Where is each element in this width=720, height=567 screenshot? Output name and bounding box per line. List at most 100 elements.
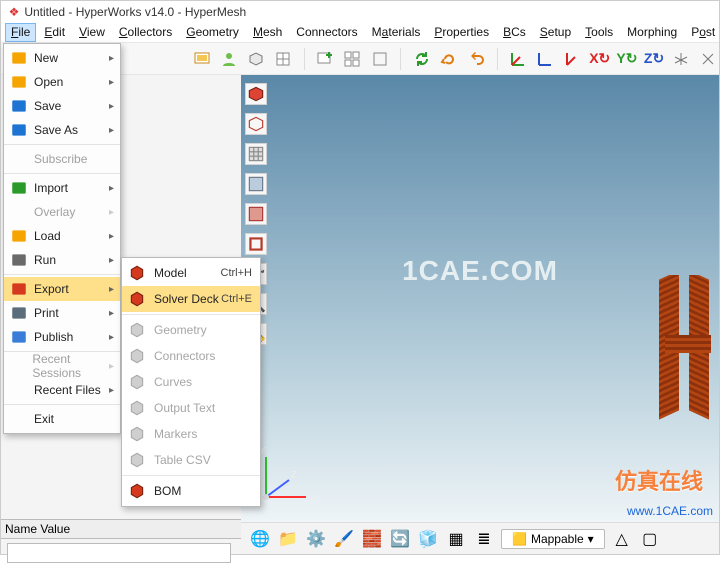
vp-mesh-icon[interactable] [245,143,267,165]
file-menu-new[interactable]: New▸ [4,46,120,70]
menu-tools[interactable]: Tools [579,23,619,42]
submenu-item-label: Geometry [154,323,207,337]
bt-rotate-icon[interactable]: 🔄 [389,528,411,550]
bt-cube-icon[interactable]: 🧊 [417,528,439,550]
submenu-arrow-icon: ▸ [109,255,114,266]
toolbar-undo-icon[interactable] [465,48,486,70]
menu-edit[interactable]: Edit [38,23,71,42]
bottom-toolbar: 🌐 📁 ⚙️ 🖌️ 🧱 🔄 🧊 ▦ ≣ 🟨 Mappable ▾ △ ▢ [241,522,719,554]
submenu-item-label: Output Text [154,401,215,415]
menu-mesh[interactable]: Mesh [247,23,288,42]
vp-edges-icon[interactable] [245,233,267,255]
toolbar-axis-x-icon[interactable]: X↻ [589,48,610,70]
toolbar-axis-yz-icon[interactable] [562,48,583,70]
menu-connectors[interactable]: Connectors [290,23,363,42]
file-menu-overlay: Overlay▸ [4,200,120,224]
toolbar-user-icon[interactable] [218,48,239,70]
bt-paint-icon[interactable]: 🖌️ [333,528,355,550]
toolbar-axis-iso-icon[interactable] [671,48,692,70]
file-menu-import[interactable]: Import▸ [4,176,120,200]
toolbar-slide-icon[interactable] [191,48,212,70]
print-icon [10,304,28,322]
export-model[interactable]: ModelCtrl+H [122,260,260,286]
menu-post[interactable]: Post [685,23,720,42]
bt-mesh-icon[interactable]: ▦ [445,528,467,550]
toolbar-sep [304,48,305,70]
toolbar-rotate-icon[interactable] [438,48,459,70]
file-menu-publish[interactable]: Publish▸ [4,325,120,349]
toolbar-axis-z-icon[interactable]: Z↻ [643,48,664,70]
vp-cube-shaded-icon[interactable] [245,83,267,105]
export-markers: Markers [122,421,260,447]
saveas-icon [10,121,28,139]
menu-bcs[interactable]: BCs [497,23,532,42]
export-output-text: Output Text [122,395,260,421]
submenu-item-label: Markers [154,427,197,441]
export-solver-deck[interactable]: Solver DeckCtrl+E [122,286,260,312]
name-value-header[interactable]: Name Value [1,519,241,539]
menu-item-label: Subscribe [34,152,87,166]
mappable-dropdown[interactable]: 🟨 Mappable ▾ [501,529,605,549]
bt-layers-icon[interactable]: ≣ [473,528,495,550]
toolbar-grid-icon[interactable] [273,48,294,70]
vp-surface-icon[interactable] [245,173,267,195]
menu-materials[interactable]: Materials [366,23,427,42]
menu-item-label: Recent Files [34,383,101,397]
bt-tri-icon[interactable]: △ [611,528,633,550]
toolbar-cube-icon[interactable] [245,48,266,70]
menu-setup[interactable]: Setup [534,23,577,42]
menu-morphing[interactable]: Morphing [621,23,683,42]
vp-transparent-icon[interactable] [245,203,267,225]
file-menu-exit[interactable]: Exit [4,407,120,431]
file-menu-save-as[interactable]: Save As ▸ [4,118,120,142]
file-menu-load[interactable]: Load▸ [4,224,120,248]
graphics-viewport[interactable]: 🔭 🔍 📏 1CAE.COM X Y Z 仿真在线 www.1CAE.com [241,75,719,522]
menu-geometry[interactable]: Geometry [180,23,245,42]
bt-brick-icon[interactable]: 🧱 [361,528,383,550]
file-menu-recent-files[interactable]: Recent Files ▸ [4,378,120,402]
toolbar-axis-xy-icon[interactable] [508,48,529,70]
toolbar-tile-icon[interactable] [342,48,363,70]
conn-icon [128,347,146,365]
menu-collectors[interactable]: Collectors [113,23,178,42]
menu-view[interactable]: View [73,23,111,42]
vp-cube-wire-icon[interactable] [245,113,267,135]
submenu-arrow-icon: ▸ [109,101,114,112]
bt-world-icon[interactable]: 🌐 [249,528,271,550]
title-bar: ❖ Untitled - HyperWorks v14.0 - HyperMes… [1,1,719,23]
file-menu-save[interactable]: Save▸ [4,94,120,118]
submenu-arrow-icon: ▸ [109,125,114,136]
toolbar-axis-flip-icon[interactable] [698,48,719,70]
toolbar-axis-xz-icon[interactable] [535,48,556,70]
menu-item-label: Load [34,229,61,243]
submenu-arrow-icon: ▸ [109,53,114,64]
file-menu-run[interactable]: Run▸ [4,248,120,272]
file-menu-open[interactable]: Open▸ [4,70,120,94]
file-menu-export[interactable]: Export▸ [4,277,120,301]
export-connectors: Connectors [122,343,260,369]
menu-file[interactable]: File [5,23,36,42]
load-icon [10,227,28,245]
menu-item-label: Import [34,181,68,195]
bt-folder-icon[interactable]: 📁 [277,528,299,550]
submenu-item-label: Table CSV [154,453,211,467]
toolbar-window-add-icon[interactable] [315,48,336,70]
toolbar-sync-icon[interactable] [411,48,432,70]
name-value-input[interactable] [7,543,231,563]
blank [10,150,28,168]
toolbar-frame-icon[interactable] [369,48,390,70]
file-menu: New▸Open▸Save▸Save As▸SubscribeImport▸Ov… [3,43,121,434]
menu-item-label: Save As [34,123,78,137]
submenu-arrow-icon: ▸ [109,385,114,396]
menu-item-label: Publish [34,330,73,344]
markers-icon [128,425,146,443]
file-menu-print[interactable]: Print▸ [4,301,120,325]
menu-properties[interactable]: Properties [428,23,495,42]
submenu-item-label: Model [154,266,187,280]
menu-item-label: Exit [34,412,54,426]
export-bom[interactable]: BOM [122,478,260,504]
menu-item-label: Recent Sessions [32,352,114,380]
bt-quad-icon[interactable]: ▢ [639,528,661,550]
bt-gear-icon[interactable]: ⚙️ [305,528,327,550]
toolbar-axis-y-icon[interactable]: Y↻ [616,48,637,70]
